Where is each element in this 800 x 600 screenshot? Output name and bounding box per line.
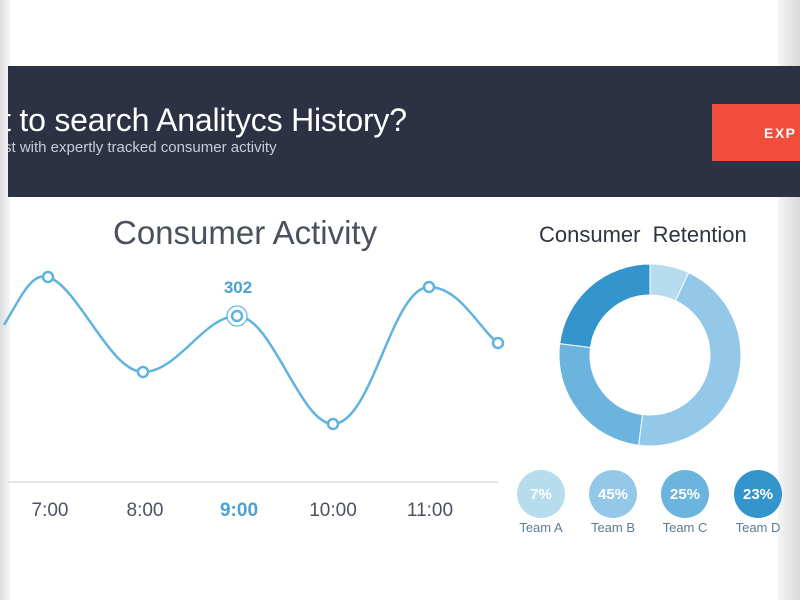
- donut-slice-team-d[interactable]: [559, 263, 651, 349]
- team-name-label: Team D: [735, 520, 781, 535]
- point-marker[interactable]: [422, 280, 436, 294]
- time-label-11: 11:00: [407, 500, 453, 521]
- time-label-10: 10:00: [309, 500, 357, 521]
- time-label-9-active[interactable]: 9:00: [220, 500, 258, 521]
- time-label-7: 7:00: [32, 500, 69, 521]
- point-marker[interactable]: [326, 417, 340, 431]
- team-name-label: Team C: [662, 520, 708, 535]
- point-marker[interactable]: [41, 270, 55, 284]
- point-marker[interactable]: [136, 365, 150, 379]
- donut-slice-team-b[interactable]: [638, 271, 742, 447]
- team-percent-badge[interactable]: 23%: [734, 470, 782, 518]
- team-name-label: Team A: [519, 520, 563, 535]
- team-percent-badge[interactable]: 45%: [589, 470, 637, 518]
- team-percent-badge[interactable]: 7%: [517, 470, 565, 518]
- peak-value-label: 302: [224, 278, 252, 297]
- team-name-label: Team B: [590, 520, 636, 535]
- donut-slice-team-c[interactable]: [558, 343, 644, 446]
- time-label-8: 8:00: [127, 500, 164, 521]
- retention-donut-chart: [558, 263, 742, 447]
- point-marker[interactable]: [491, 336, 505, 350]
- point-marker-active[interactable]: [230, 309, 244, 323]
- activity-line: [2, 275, 499, 426]
- team-percent-badge[interactable]: 25%: [661, 470, 709, 518]
